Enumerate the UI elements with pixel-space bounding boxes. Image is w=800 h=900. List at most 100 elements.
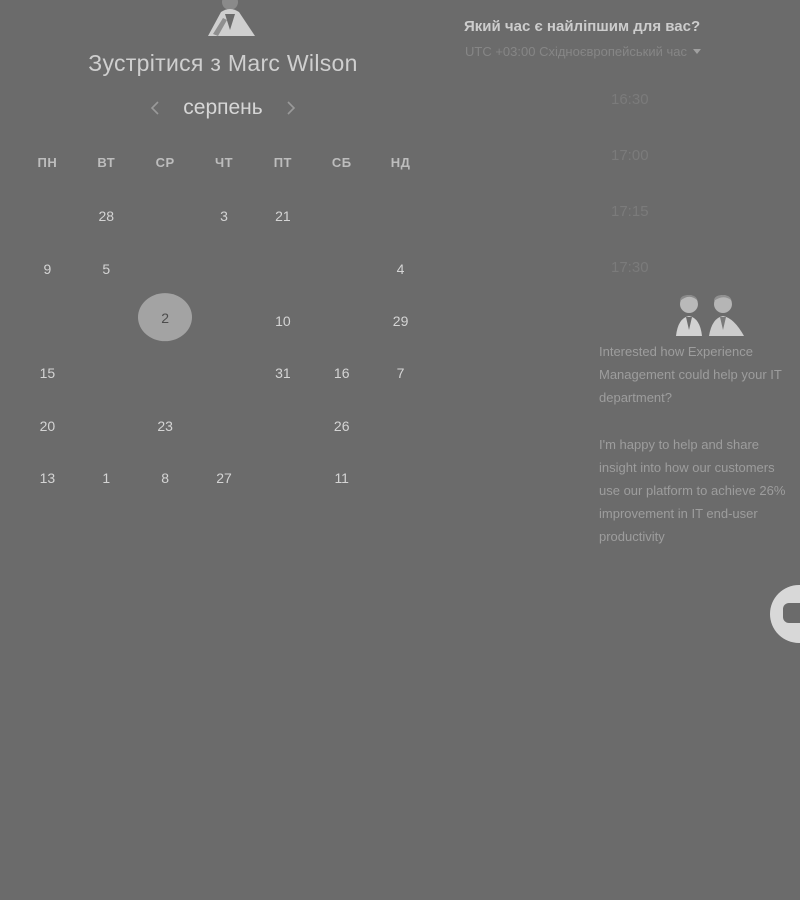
calendar-day-number: 3 <box>220 208 228 225</box>
chat-icon <box>783 603 800 623</box>
promo-line: productivity <box>599 529 665 544</box>
calendar-day-number: 20 <box>39 417 56 434</box>
promo-line: use our platform to achieve 26% <box>599 483 786 498</box>
calendar-day <box>77 400 136 452</box>
time-slot[interactable]: 17:30 <box>611 259 649 276</box>
calendar-day <box>195 400 254 452</box>
time-slot[interactable]: 16:30 <box>611 91 649 108</box>
caret-down-icon <box>692 49 701 54</box>
promo-line: improvement in IT end-user <box>599 506 758 521</box>
calendar-day[interactable]: 7 <box>371 347 430 399</box>
promo-paragraph-1: Interested how Experience Management cou… <box>599 340 800 409</box>
calendar-day <box>371 190 430 242</box>
calendar-day[interactable]: 4 <box>371 242 430 294</box>
calendar-day[interactable]: 3 <box>195 190 254 242</box>
calendar-day[interactable]: 11 <box>312 452 371 504</box>
calendar-day[interactable]: 21 <box>253 190 312 242</box>
calendar-day <box>312 242 371 294</box>
calendar-day[interactable]: 13 <box>18 452 77 504</box>
calendar-day <box>312 190 371 242</box>
calendar-day <box>312 295 371 347</box>
weekday-label: СБ <box>331 155 352 170</box>
calendar-day-number: 29 <box>392 312 409 329</box>
time-slot[interactable]: 17:00 <box>611 147 649 164</box>
weekday-label: ЧТ <box>214 155 234 170</box>
calendar-day[interactable]: 8 <box>136 452 195 504</box>
calendar-day[interactable]: 20 <box>18 400 77 452</box>
promo-line: I'm happy to help and share <box>599 437 760 452</box>
calendar-day[interactable]: 1 <box>77 452 136 504</box>
calendar-day-number: 5 <box>102 260 111 277</box>
weekday-label: СР <box>155 155 175 170</box>
calendar-day <box>136 242 195 294</box>
month-label: серпень <box>183 96 263 119</box>
calendar-day-number: 15 <box>39 365 56 382</box>
page-title: Зустрітися з Marc Wilson <box>88 50 358 76</box>
time-picker-heading: Який час є найліпшим для вас? <box>464 18 701 35</box>
promo-line: department? <box>599 390 672 405</box>
calendar-day-number: 16 <box>333 365 350 382</box>
team-avatars <box>672 292 748 338</box>
calendar-day[interactable]: 5 <box>77 242 136 294</box>
promo-line: Management could help your IT <box>599 367 782 382</box>
calendar-day-number: 4 <box>396 260 405 277</box>
weekday-label: ПТ <box>273 155 292 170</box>
calendar-day <box>136 347 195 399</box>
promo-line: Interested how Experience <box>599 344 753 359</box>
calendar-day-number: 8 <box>161 470 170 487</box>
calendar-day <box>18 190 77 242</box>
chevron-right-icon[interactable] <box>283 98 299 118</box>
weekday-label: ВТ <box>97 155 116 170</box>
promo-paragraph-2: I'm happy to help and share insight into… <box>599 433 800 548</box>
calendar-day[interactable]: 9 <box>18 242 77 294</box>
calendar-day[interactable]: 26 <box>312 400 371 452</box>
calendar-day[interactable]: 28 <box>77 190 136 242</box>
time-slot[interactable]: 17:15 <box>611 203 649 220</box>
calendar-day-number: 23 <box>157 417 173 434</box>
calendar-day <box>77 347 136 399</box>
calendar-day <box>253 242 312 294</box>
calendar-day <box>136 190 195 242</box>
calendar-day-number: 31 <box>275 365 291 382</box>
calendar-day <box>371 452 430 504</box>
weekday-label: НД <box>390 155 411 170</box>
weekday-label: ПН <box>37 155 58 170</box>
calendar-day-number: 1 <box>102 470 111 487</box>
calendar-day-number: 10 <box>275 312 291 329</box>
promo-line: insight into how our customers <box>599 460 775 475</box>
weekday-header: ПН ВТ СР ЧТ ПТ СБ НД <box>18 155 430 170</box>
calendar-day[interactable]: 27 <box>195 452 254 504</box>
calendar-day-number: 9 <box>43 260 52 277</box>
calendar-day-number: 2 <box>161 309 170 326</box>
timezone-selector[interactable]: UTC +03:00 Східноєвропейський час <box>465 44 701 59</box>
chevron-left-icon[interactable] <box>147 98 163 118</box>
calendar-day-number: 27 <box>216 470 232 487</box>
booking-page: Зустрітися з Marc Wilson серпень ПН ВТ С… <box>0 0 800 900</box>
calendar-day[interactable]: 23 <box>136 400 195 452</box>
host-avatar <box>203 0 257 36</box>
timezone-label: UTC +03:00 Східноєвропейський час <box>465 44 687 59</box>
calendar-day <box>253 400 312 452</box>
calendar-grid: 28 3 21 9 5 4 2 10 29 15 31 16 7 20 23 26 13 1 8 27 11 <box>18 190 430 504</box>
calendar-day-number: 13 <box>39 470 56 487</box>
calendar-day <box>253 452 312 504</box>
calendar-day-number: 28 <box>98 208 115 225</box>
calendar-day <box>77 295 136 347</box>
calendar-day <box>195 347 254 399</box>
calendar-day-number: 7 <box>396 365 405 382</box>
calendar-day[interactable]: 10 <box>253 295 312 347</box>
calendar-day-number: 26 <box>333 417 350 434</box>
calendar-day[interactable]: 15 <box>18 347 77 399</box>
calendar-day[interactable]: 16 <box>312 347 371 399</box>
calendar-day-number: 11 <box>334 470 349 487</box>
chat-launcher-button[interactable] <box>770 585 800 643</box>
month-navigation: серпень <box>0 96 446 120</box>
calendar-day-number: 21 <box>275 208 291 225</box>
calendar-day[interactable]: 31 <box>253 347 312 399</box>
calendar-day[interactable]: 29 <box>371 295 430 347</box>
calendar-day <box>18 295 77 347</box>
calendar-day[interactable]: 2 <box>136 295 195 347</box>
calendar-day <box>195 295 254 347</box>
calendar-day <box>195 242 254 294</box>
calendar-day <box>371 400 430 452</box>
